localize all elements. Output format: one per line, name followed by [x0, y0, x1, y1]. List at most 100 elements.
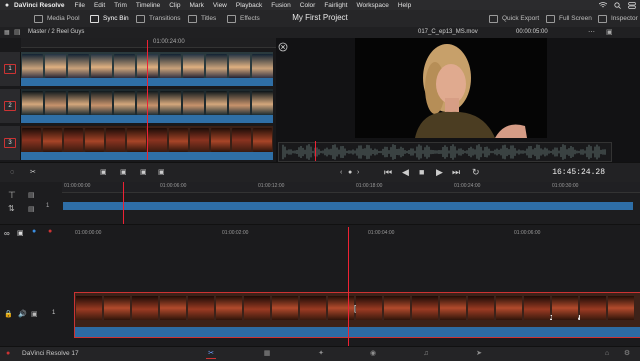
source-playhead[interactable] [147, 40, 148, 160]
menu-playback[interactable]: Playback [236, 2, 262, 9]
upper-timeline-clip[interactable] [63, 202, 633, 210]
inspector-button[interactable]: Inspector [598, 12, 638, 25]
thumbnail-frame [68, 54, 89, 78]
panel-toggle-icon[interactable]: ▤ [14, 28, 21, 36]
source-track-header-1[interactable]: 1 [0, 52, 21, 86]
thumbnail-frame [252, 54, 273, 78]
source-track-header-2[interactable]: 2 [0, 89, 21, 123]
blade-icon[interactable]: ✂ [30, 168, 36, 177]
edit-page-icon[interactable]: ▦ [262, 350, 272, 358]
fusion-page-icon[interactable]: ✦ [316, 350, 326, 358]
viewer-mode-icon[interactable]: ▣ [606, 28, 613, 36]
thumbnail-frame [45, 54, 66, 78]
play-icon[interactable]: ▶ [436, 168, 443, 177]
apple-icon[interactable]: ● [0, 2, 14, 9]
viewer-options-icon[interactable]: ⋯ [588, 28, 595, 36]
track-lock-icon[interactable]: ▣ [17, 229, 24, 237]
settings-icon[interactable]: ⚙ [622, 350, 632, 358]
thumbnail-frame [206, 54, 227, 78]
replace-icon[interactable]: ▣ [140, 168, 147, 177]
transitions-button[interactable]: Transitions [136, 12, 181, 25]
control-center-icon[interactable] [628, 1, 636, 9]
thumbnail-frame [160, 54, 181, 78]
upper-playhead[interactable] [123, 182, 124, 224]
color-page-icon[interactable]: ◉ [368, 350, 378, 358]
next-clip-icon[interactable]: › [357, 168, 359, 177]
snap-icon[interactable]: ◌ [10, 168, 14, 177]
media-pool-button[interactable]: Media Pool [34, 12, 80, 25]
loop-icon[interactable]: ↻ [472, 168, 480, 177]
place-on-top-icon[interactable]: ▣ [158, 168, 165, 177]
thumbnail-frame [127, 128, 146, 152]
reverse-icon[interactable]: ◀ [402, 168, 409, 177]
auto-select-icon[interactable]: ● [32, 228, 36, 235]
menu-help[interactable]: Help [398, 2, 411, 9]
page-bar: ● DaVinci Resolve 17 ✂ ▦ ✦ ◉ ♫ ➤ ⌂ ⚙ [0, 346, 640, 361]
thumbnail-frame [43, 128, 62, 152]
ruler-label: 01:00:18:00 [356, 183, 383, 189]
quick-export-button[interactable]: Quick Export [489, 12, 539, 25]
ruler-label: 01:00:30:00 [552, 183, 579, 189]
media-pool-label: Media Pool [47, 15, 80, 22]
lower-playhead[interactable] [348, 227, 349, 347]
track-height-icon[interactable]: ⊤ [8, 190, 16, 201]
record-target-icon[interactable]: ● [48, 228, 52, 235]
menu-clip[interactable]: Clip [169, 2, 180, 9]
thumbnail-frame [169, 128, 188, 152]
menu-color[interactable]: Color [300, 2, 316, 9]
previous-clip-icon[interactable]: ‹ [340, 168, 342, 177]
thumbnail-frame [183, 91, 204, 115]
thumbnail-frame [253, 128, 272, 152]
lower-timeline[interactable]: ∞ ▣ ● ● 01:00:00:00 01:00:02:00 01:00:04… [0, 224, 640, 347]
upper-ruler[interactable]: 01:00:00:00 01:00:06:00 01:00:12:00 01:0… [62, 182, 640, 193]
menu-edit[interactable]: Edit [94, 2, 105, 9]
viewer-playhead[interactable] [315, 141, 316, 161]
monitor-icon[interactable]: ▣ [31, 310, 38, 318]
titles-button[interactable]: Titles [188, 12, 216, 25]
audio-track-toggle-icon[interactable]: ▤ [28, 191, 35, 199]
effects-button[interactable]: Effects [227, 12, 260, 25]
speaker-icon[interactable]: 🔊 [18, 310, 27, 318]
layout-icon[interactable]: ▦ [4, 29, 10, 36]
zoom-icon[interactable]: ⇅ [8, 204, 15, 213]
sync-bin-button[interactable]: Sync Bin [90, 12, 129, 25]
menu-fusion[interactable]: Fusion [271, 2, 291, 9]
link-icon[interactable]: ∞ [4, 229, 10, 238]
video-track-toggle-icon[interactable]: ▤ [28, 205, 35, 213]
menu-file[interactable]: File [74, 2, 84, 9]
viewer-audio-scrubber[interactable] [278, 141, 612, 162]
fairlight-page-icon[interactable]: ♫ [421, 350, 431, 358]
first-frame-icon[interactable]: ⏮ [384, 168, 392, 177]
menu-workspace[interactable]: Workspace [356, 2, 388, 9]
cut-page-icon[interactable]: ✂ [206, 350, 216, 359]
source-tape-panel[interactable]: 01:00:24:00 1 2 3 [0, 38, 276, 162]
source-toggle-icon[interactable]: ● [348, 168, 352, 177]
overwrite-icon[interactable]: ▣ [120, 168, 127, 177]
search-icon[interactable] [614, 1, 621, 9]
full-screen-button[interactable]: Full Screen [546, 12, 592, 25]
menu-trim[interactable]: Trim [114, 2, 127, 9]
breadcrumb[interactable]: Master / 2 Reel Guys [28, 29, 84, 35]
menu-view[interactable]: View [213, 2, 227, 9]
close-icon[interactable] [278, 42, 288, 52]
source-ruler[interactable]: 01:00:24:00 [21, 38, 276, 48]
last-frame-icon[interactable]: ⏭ [452, 168, 460, 177]
upper-timeline[interactable]: ⊤ ⇅ ▤ ▤ 1 01:00:00:00 01:00:06:00 01:00:… [0, 182, 640, 224]
menu-fairlight[interactable]: Fairlight [324, 2, 347, 9]
timeline-clip[interactable]: LARRYJORDAN.com [↔] [74, 292, 640, 338]
home-icon[interactable]: ⌂ [602, 350, 612, 358]
deliver-page-icon[interactable]: ➤ [474, 350, 484, 358]
app-menu[interactable]: DaVinci Resolve [14, 2, 64, 9]
inspector-label: Inspector [611, 15, 638, 22]
lower-ruler[interactable]: 01:00:00:00 01:00:02:00 01:00:04:00 01:0… [72, 229, 640, 241]
source-track-header-3[interactable]: 3 [0, 126, 21, 160]
thumbnail-frame [114, 91, 135, 115]
effects-icon [227, 14, 236, 23]
menu-timeline[interactable]: Timeline [136, 2, 160, 9]
stop-icon[interactable]: ■ [419, 168, 424, 177]
thumbnail-frame [132, 296, 158, 320]
wifi-icon[interactable] [599, 2, 607, 8]
insert-icon[interactable]: ▣ [100, 168, 107, 177]
menu-mark[interactable]: Mark [189, 2, 203, 9]
lock-icon[interactable]: 🔒 [4, 310, 13, 318]
